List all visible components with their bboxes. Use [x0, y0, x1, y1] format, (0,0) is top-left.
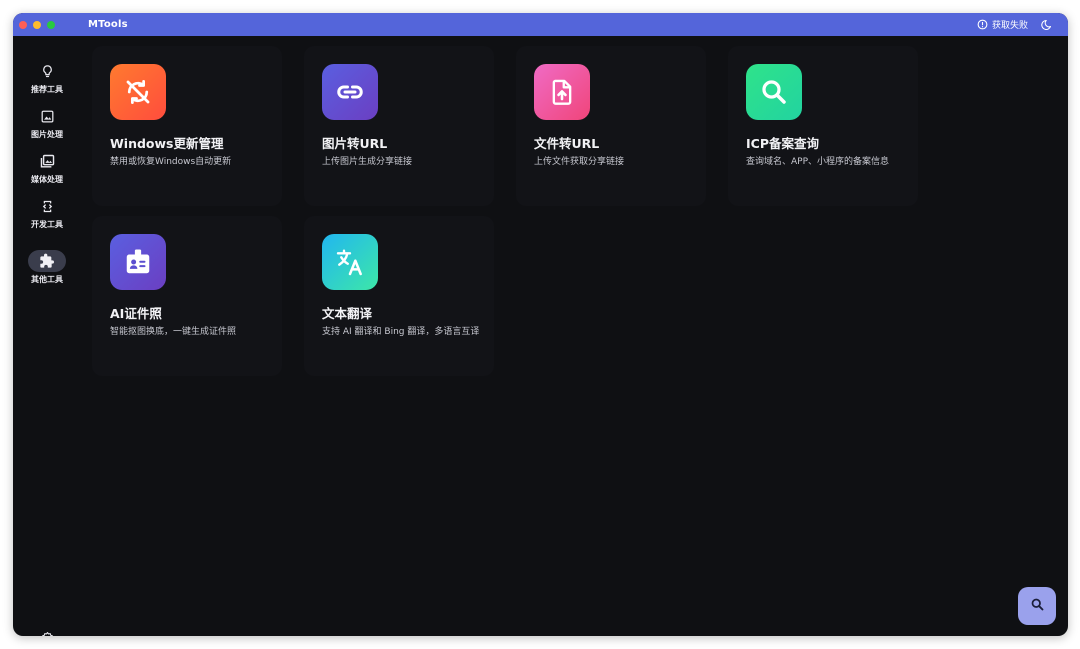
search-icon	[746, 64, 802, 120]
search-icon	[1030, 597, 1045, 616]
status-indicator[interactable]: 获取失败	[977, 18, 1028, 31]
tool-description: 上传图片生成分享链接	[322, 157, 413, 167]
link-icon	[322, 64, 378, 120]
sidebar-item-label: 开发工具	[31, 220, 63, 229]
id-badge-icon	[110, 234, 166, 290]
tool-title: ICP备案查询	[746, 136, 819, 151]
sidebar-item-recommended[interactable]: 推荐工具	[13, 60, 81, 95]
window-controls	[19, 20, 55, 29]
search-fab-button[interactable]	[1018, 587, 1056, 625]
tool-title: 文件转URL	[534, 136, 600, 151]
sidebar-item-image[interactable]: 图片处理	[13, 105, 81, 140]
tool-card-windows-update[interactable]: Windows更新管理 禁用或恢复Windows自动更新	[92, 46, 282, 206]
tool-description: 上传文件获取分享链接	[534, 157, 625, 167]
sidebar-item-other[interactable]: 其他工具	[13, 250, 81, 285]
update-disabled-icon	[110, 64, 166, 120]
image-icon	[28, 105, 66, 127]
tool-card-icp-query[interactable]: ICP备案查询 查询域名、APP、小程序的备案信息	[728, 46, 918, 206]
tool-title: 图片转URL	[322, 136, 388, 151]
tool-description: 查询域名、APP、小程序的备案信息	[746, 157, 890, 167]
close-window-button[interactable]	[19, 20, 27, 29]
app-window: MTools 获取失败 推荐工具 图片处理 媒体处理 开发工具 其他工具 Win…	[13, 13, 1068, 636]
tool-card-file-url[interactable]: 文件转URL 上传文件获取分享链接	[516, 46, 706, 206]
translate-icon	[322, 234, 378, 290]
tool-description: 禁用或恢复Windows自动更新	[110, 157, 232, 167]
tool-card-image-url[interactable]: 图片转URL 上传图片生成分享链接	[304, 46, 494, 206]
puzzle-icon	[28, 250, 66, 272]
file-upload-icon	[534, 64, 590, 120]
moon-icon	[1040, 19, 1052, 31]
sidebar-item-media[interactable]: 媒体处理	[13, 150, 81, 185]
tool-title: 文本翻译	[322, 306, 373, 321]
sidebar-item-label: 图片处理	[31, 130, 63, 139]
maximize-window-button[interactable]	[47, 20, 55, 29]
tool-card-text-translate[interactable]: 文本翻译 支持 AI 翻译和 Bing 翻译，多语言互译	[304, 216, 494, 376]
info-icon	[977, 19, 988, 30]
tool-title: AI证件照	[110, 306, 162, 321]
minimize-window-button[interactable]	[33, 20, 41, 29]
tool-title: Windows更新管理	[110, 136, 224, 151]
gear-icon	[40, 631, 55, 636]
developer-mode-icon	[28, 195, 66, 217]
title-bar-actions: 获取失败	[977, 13, 1052, 36]
status-text: 获取失败	[991, 21, 1028, 31]
sidebar: 推荐工具 图片处理 媒体处理 开发工具 其他工具	[13, 36, 81, 636]
tool-description: 支持 AI 翻译和 Bing 翻译，多语言互译	[322, 327, 480, 337]
sidebar-item-label: 媒体处理	[31, 175, 63, 184]
sidebar-item-dev[interactable]: 开发工具	[13, 195, 81, 230]
title-bar: MTools 获取失败	[13, 13, 1068, 36]
settings-button[interactable]	[38, 631, 56, 636]
sidebar-item-label: 其他工具	[31, 275, 63, 284]
tool-card-ai-id-photo[interactable]: AI证件照 智能抠图换底，一键生成证件照	[92, 216, 282, 376]
app-title: MTools	[88, 19, 128, 30]
sidebar-item-label: 推荐工具	[31, 85, 63, 94]
lightbulb-icon	[28, 60, 66, 82]
tool-description: 智能抠图换底，一键生成证件照	[110, 327, 237, 337]
photo-library-icon	[28, 150, 66, 172]
dark-mode-toggle[interactable]	[1040, 19, 1052, 31]
